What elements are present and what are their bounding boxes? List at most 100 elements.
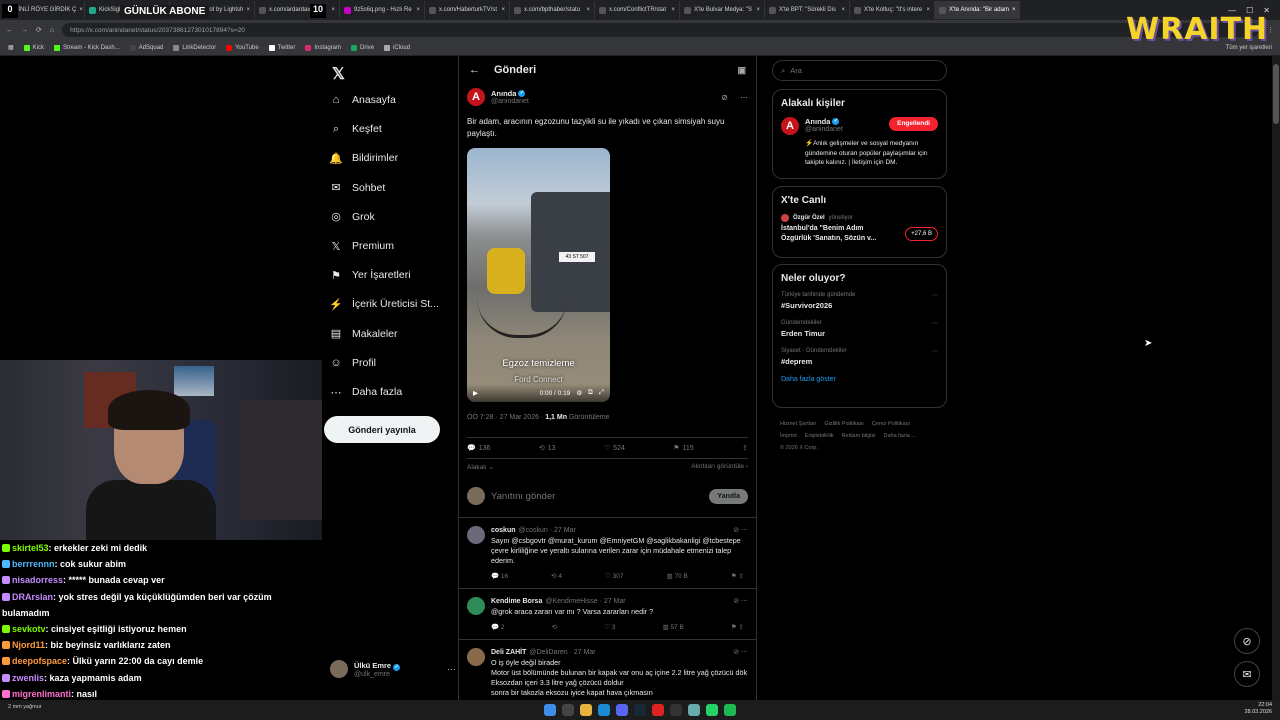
scrollbar-thumb[interactable]	[1273, 64, 1279, 124]
chat-username[interactable]: migrenlimanti	[12, 689, 71, 699]
search-input[interactable]: ⌕ Ara	[772, 60, 947, 81]
bookmark-item[interactable]: Drive	[351, 44, 374, 51]
reply-input[interactable]: Yanıtını gönder	[491, 491, 703, 502]
more-icon[interactable]: ⋯	[932, 320, 938, 327]
scrollbar[interactable]	[1272, 56, 1280, 700]
browser-tab[interactable]: 9z5s6q.png - Hızlı Re ×	[340, 1, 425, 19]
trend-item[interactable]: Siyaset · Gündemdekiler ⋯ #deprem	[781, 348, 938, 366]
avatar[interactable]	[467, 526, 485, 544]
reply-item[interactable]: Deli ZAHİT @DeliDaren · 27 Mar ⊘ ⋯ O iş öyl…	[459, 640, 756, 707]
obs-icon[interactable]	[670, 704, 682, 716]
back-arrow-icon[interactable]: ←	[469, 64, 480, 76]
reply-item[interactable]: Kendime Borsa @KendimeHisse · 27 Mar ⊘ ⋯ @g…	[459, 589, 756, 640]
close-tab-icon[interactable]: ×	[926, 7, 930, 13]
reply-author-name[interactable]: coskun	[491, 527, 516, 534]
x-logo-icon[interactable]: 𝕏	[332, 64, 345, 84]
more-icon[interactable]: ⊘ ⋯	[733, 526, 748, 534]
chat-username[interactable]: berrrennn	[12, 559, 55, 569]
browser-tab[interactable]: X'te Anında: "Bir adam ×	[935, 1, 1020, 19]
steam-icon[interactable]	[634, 704, 646, 716]
footer-link[interactable]: © 2026 X Corp.	[780, 445, 818, 451]
chat-username[interactable]: nisadorress	[12, 575, 63, 585]
account-switcher[interactable]: Ülkü Emre ✓ @ulk_emre ⋯	[330, 660, 456, 678]
post-button[interactable]: Gönderi yayınla	[324, 416, 440, 443]
chat-username[interactable]: Njord11	[12, 640, 45, 650]
nav-item-grok[interactable]: ◎ Grok	[330, 207, 458, 227]
trend-item[interactable]: Gündemdekiler ⋯ Erden Timur	[781, 320, 938, 338]
views-button[interactable]: ▥ 70 B	[667, 572, 688, 580]
bookmark-item[interactable]: LinkDetector	[173, 44, 216, 51]
like-button[interactable]: ♡ 524	[604, 444, 625, 453]
nav-item-profile[interactable]: ☺ Profil	[330, 353, 458, 373]
app-icon[interactable]	[688, 704, 700, 716]
close-tab-icon[interactable]: ×	[586, 7, 590, 13]
blocked-button[interactable]: Engellendi	[889, 117, 938, 131]
browser-tab[interactable]: x.com/HaberturkTV/st ×	[425, 1, 510, 19]
avatar[interactable]	[467, 597, 485, 615]
close-tab-icon[interactable]: ×	[1012, 7, 1016, 13]
show-more-link[interactable]: Daha fazla göster	[781, 376, 938, 383]
footer-link[interactable]: Erişilebilirlik	[805, 433, 834, 439]
reply-item[interactable]: coskun @coskun · 27 Mar ⊘ ⋯ Sayın @csbgovtr…	[459, 518, 756, 589]
reply-author-name[interactable]: Kendime Borsa	[491, 598, 542, 605]
play-icon[interactable]: ▶	[473, 389, 478, 397]
reader-mode-icon[interactable]: ▣	[737, 65, 746, 76]
author-avatar[interactable]: A	[467, 88, 485, 106]
system-clock[interactable]: 22:04 28.03.2026	[1244, 702, 1272, 716]
footer-link[interactable]: Çerez Politikası	[872, 421, 910, 427]
view-quotes-link[interactable]: Alıntıları görüntüle ›	[691, 463, 748, 471]
pip-icon[interactable]: ⧉	[588, 389, 593, 397]
more-icon[interactable]: ⋯	[932, 292, 938, 299]
bookmark-item[interactable]: Instagram	[305, 44, 341, 51]
nav-item-notifications[interactable]: 🔔 Bildirimler	[329, 148, 458, 168]
grok-float-icon[interactable]: ⊘	[1234, 628, 1260, 654]
like-button[interactable]: ♡ 307	[605, 572, 624, 580]
close-tab-icon[interactable]: ×	[416, 7, 420, 13]
chat-username[interactable]: deepofspace	[12, 656, 67, 666]
browser-tab[interactable]: X'te Bulvar Medya: "S ×	[680, 1, 765, 19]
repost-button[interactable]: ⟲ 13	[539, 444, 556, 453]
forward-icon[interactable]: →	[21, 27, 28, 34]
more-icon[interactable]: ⊘ ⋯	[733, 648, 748, 656]
more-icon[interactable]: ⋯	[740, 93, 748, 102]
related-name[interactable]: Anında	[805, 117, 830, 126]
chat-username[interactable]: skirtel53	[12, 543, 49, 553]
spotify-icon[interactable]	[724, 704, 736, 716]
footer-link[interactable]: Hizmet Şartları	[780, 421, 816, 427]
bookmark-share-icon[interactable]: ⚑ ⇪	[731, 572, 744, 580]
fullscreen-icon[interactable]: ⤢	[599, 389, 604, 397]
whatsapp-icon[interactable]	[706, 704, 718, 716]
browser-tab[interactable]: X'te Koltuç: "It's intere ×	[850, 1, 935, 19]
close-tab-icon[interactable]: ×	[671, 7, 675, 13]
close-tab-icon[interactable]: ×	[331, 7, 335, 13]
nav-item-creator-studio[interactable]: ⚡ İçerik Üreticisi St...	[329, 294, 458, 314]
share-icon[interactable]: ⇪	[742, 444, 748, 452]
start-icon[interactable]	[544, 704, 556, 716]
nav-item-more[interactable]: ⋯ Daha fazla	[330, 382, 458, 402]
browser-tab[interactable]: X'te BPT: "Sürekli Dis ×	[765, 1, 850, 19]
reply-submit-button[interactable]: Yanıtla	[709, 488, 748, 504]
nav-item-home[interactable]: ⌂ Anasayfa	[330, 90, 458, 110]
author-name[interactable]: Anında	[491, 89, 516, 98]
close-tab-icon[interactable]: ×	[501, 7, 505, 13]
browser-tab[interactable]: x.com/ardardav/statu ×	[255, 1, 340, 19]
opera-icon[interactable]	[652, 704, 664, 716]
bookmark-button[interactable]: ⚑ 115	[673, 444, 693, 453]
post-timestamp[interactable]: ÖÖ 7:28 · 27 Mar 2026 ·	[467, 414, 543, 421]
more-icon[interactable]: ⋯	[447, 664, 456, 675]
back-icon[interactable]: ←	[6, 27, 13, 34]
apps-icon[interactable]: ▦	[8, 44, 14, 51]
like-button[interactable]: ♡ 3	[604, 623, 615, 631]
reply-button[interactable]: 💬 136	[467, 444, 490, 453]
footer-link[interactable]: Daha fazla ...	[883, 433, 915, 439]
weather-widget[interactable]: 2 mm yağmur	[8, 704, 42, 710]
close-tab-icon[interactable]: ×	[246, 7, 250, 13]
home-icon[interactable]: ⌂	[50, 27, 54, 34]
browser-tab[interactable]: x.com/bpthaber/statu ×	[510, 1, 595, 19]
bookmark-item[interactable]: Twitter	[268, 44, 295, 51]
folder-icon[interactable]	[580, 704, 592, 716]
footer-link[interactable]: Gizlilik Politikası	[824, 421, 863, 427]
bookmark-share-icon[interactable]: ⚑ ⇪	[731, 623, 744, 631]
reply-author-name[interactable]: Deli ZAHİT	[491, 649, 526, 656]
bookmark-item[interactable]: iCloud	[384, 44, 410, 51]
